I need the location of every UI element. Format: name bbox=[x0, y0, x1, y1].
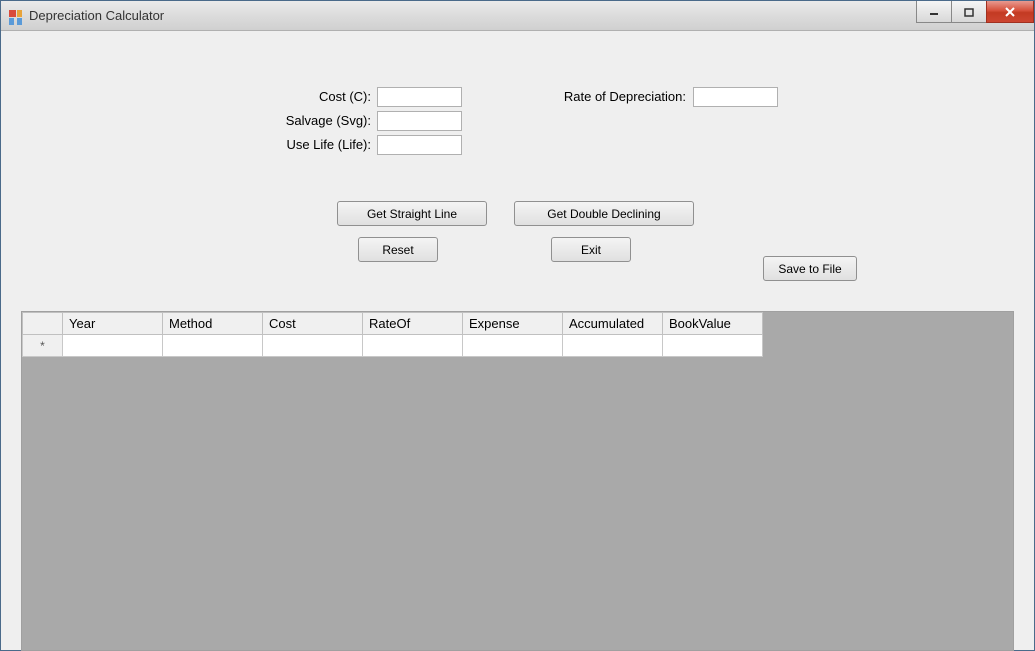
col-rateof[interactable]: RateOf bbox=[363, 313, 463, 335]
cost-label: Cost (C): bbox=[251, 89, 371, 104]
grid-new-row[interactable]: * bbox=[23, 335, 763, 357]
col-accumulated[interactable]: Accumulated bbox=[563, 313, 663, 335]
grid-cell[interactable] bbox=[363, 335, 463, 357]
save-to-file-button[interactable]: Save to File bbox=[763, 256, 857, 281]
col-bookvalue[interactable]: BookValue bbox=[663, 313, 763, 335]
new-row-indicator: * bbox=[23, 335, 63, 357]
maximize-button[interactable] bbox=[951, 1, 987, 23]
uselife-label: Use Life (Life): bbox=[251, 137, 371, 152]
minimize-icon bbox=[929, 7, 939, 17]
grid-cell[interactable] bbox=[663, 335, 763, 357]
data-grid-container[interactable]: Year Method Cost RateOf Expense Accumula… bbox=[21, 311, 1014, 651]
grid-cell[interactable] bbox=[463, 335, 563, 357]
grid-header-row: Year Method Cost RateOf Expense Accumula… bbox=[23, 313, 763, 335]
grid-cell[interactable] bbox=[563, 335, 663, 357]
client-area: Cost (C): Salvage (Svg): Use Life (Life)… bbox=[1, 31, 1034, 650]
maximize-icon bbox=[964, 7, 974, 17]
uselife-input[interactable] bbox=[377, 135, 462, 155]
get-double-declining-button[interactable]: Get Double Declining bbox=[514, 201, 694, 226]
cost-input[interactable] bbox=[377, 87, 462, 107]
app-window: Depreciation Calculator Cost (C): Salvag… bbox=[0, 0, 1035, 651]
titlebar[interactable]: Depreciation Calculator bbox=[1, 1, 1034, 31]
rate-input[interactable] bbox=[693, 87, 778, 107]
grid-cell[interactable] bbox=[163, 335, 263, 357]
form-area: Cost (C): Salvage (Svg): Use Life (Life)… bbox=[21, 51, 1014, 311]
salvage-input[interactable] bbox=[377, 111, 462, 131]
minimize-button[interactable] bbox=[916, 1, 952, 23]
col-year[interactable]: Year bbox=[63, 313, 163, 335]
grid-cell[interactable] bbox=[263, 335, 363, 357]
get-straight-line-button[interactable]: Get Straight Line bbox=[337, 201, 487, 226]
grid-corner-cell bbox=[23, 313, 63, 335]
reset-button[interactable]: Reset bbox=[358, 237, 438, 262]
close-button[interactable] bbox=[986, 1, 1034, 23]
grid-cell[interactable] bbox=[63, 335, 163, 357]
col-cost[interactable]: Cost bbox=[263, 313, 363, 335]
col-method[interactable]: Method bbox=[163, 313, 263, 335]
rate-label: Rate of Depreciation: bbox=[516, 89, 686, 104]
app-icon bbox=[7, 8, 23, 24]
window-title: Depreciation Calculator bbox=[29, 8, 164, 23]
window-controls bbox=[917, 1, 1034, 23]
salvage-label: Salvage (Svg): bbox=[251, 113, 371, 128]
data-grid[interactable]: Year Method Cost RateOf Expense Accumula… bbox=[22, 312, 763, 357]
close-icon bbox=[1004, 6, 1016, 18]
exit-button[interactable]: Exit bbox=[551, 237, 631, 262]
col-expense[interactable]: Expense bbox=[463, 313, 563, 335]
